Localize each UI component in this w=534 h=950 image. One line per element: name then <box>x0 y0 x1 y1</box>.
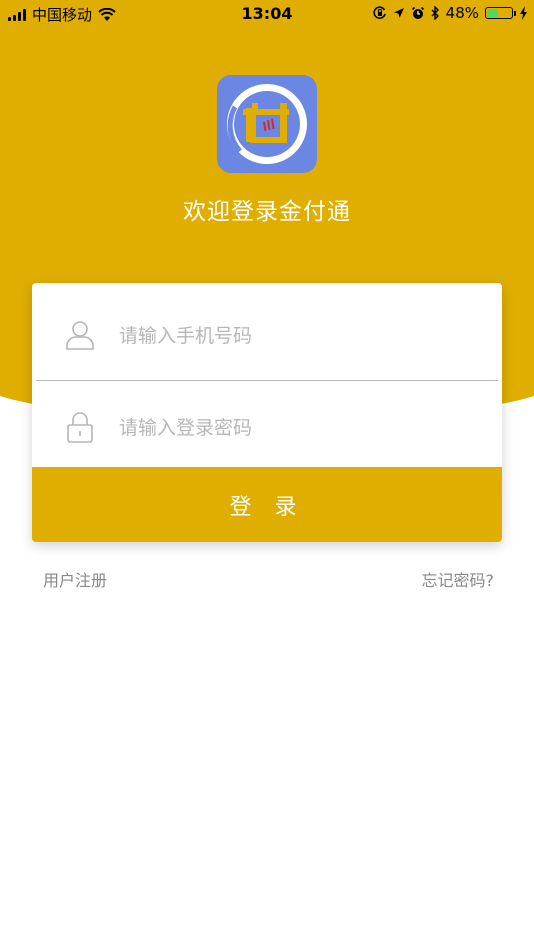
alarm-icon <box>411 6 424 19</box>
password-input[interactable] <box>117 409 481 447</box>
status-bar-right: 48% <box>373 4 528 22</box>
lock-icon <box>67 412 93 443</box>
jinfutong-logo-icon <box>227 84 307 164</box>
battery-level <box>487 9 498 17</box>
phone-input[interactable] <box>117 317 481 355</box>
charging-icon <box>520 6 527 20</box>
password-field <box>32 381 502 471</box>
bluetooth-icon <box>431 6 439 20</box>
login-card: 登 录 <box>32 283 502 542</box>
phone-field <box>32 289 502 379</box>
welcome-title: 欢迎登录金付通 <box>183 199 351 225</box>
battery-percent: 48% <box>445 4 479 22</box>
orientation-lock-icon <box>373 6 386 19</box>
location-icon <box>393 8 404 18</box>
battery-icon <box>485 7 516 19</box>
app-logo <box>217 75 317 173</box>
forgot-password-link[interactable]: 忘记密码? <box>422 567 495 591</box>
user-icon <box>66 321 94 350</box>
login-button[interactable]: 登 录 <box>32 467 502 542</box>
status-bar: 中国移动 13:04 48% <box>0 0 534 28</box>
register-link[interactable]: 用户注册 <box>43 567 107 591</box>
